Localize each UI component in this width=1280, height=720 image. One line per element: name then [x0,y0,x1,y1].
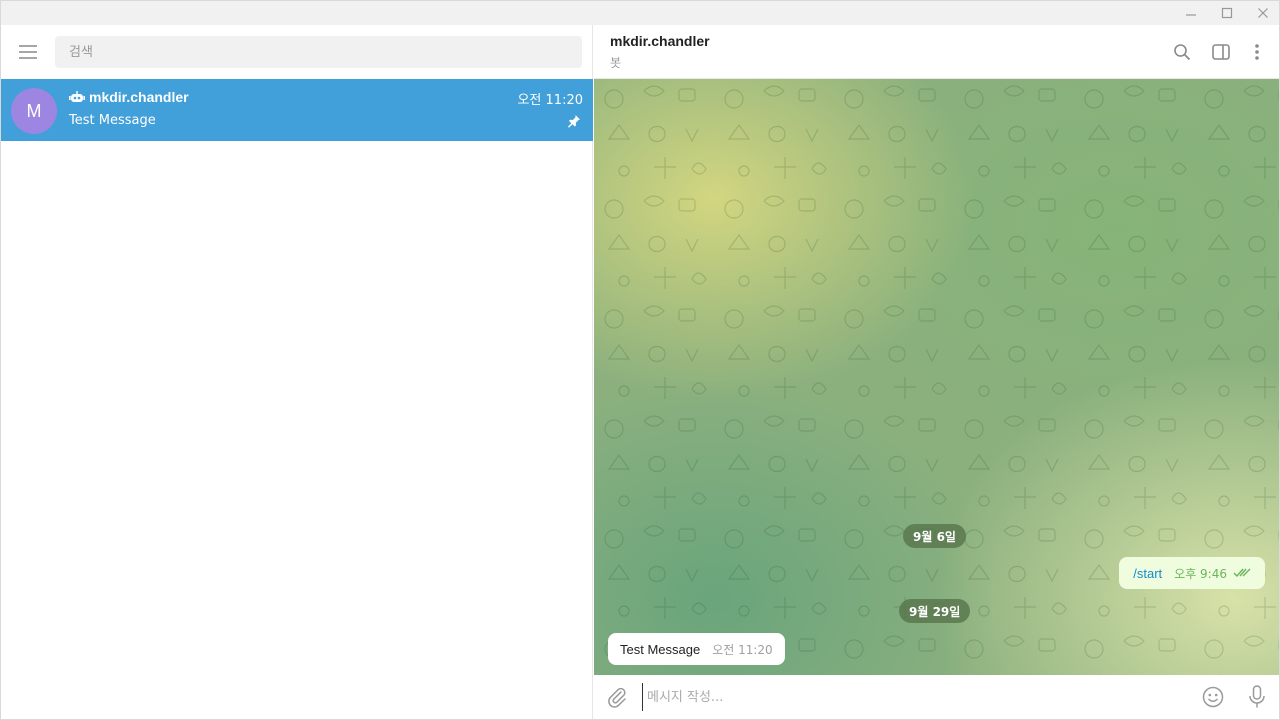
outgoing-message[interactable]: /start 오후 9:46 [1119,557,1265,589]
sidebar-panel-icon [1212,44,1230,60]
chat-preview: Test Message [69,113,156,128]
conversation-header: mkdir.chandler 봇 [594,25,1279,79]
message-time: 오후 9:46 [1174,566,1227,581]
pin-icon [568,115,580,128]
message-time: 오전 11:20 [712,642,773,657]
search-button[interactable] [1169,39,1195,65]
app-window: M mkdir.chandler 오전 11:20 Test Message m… [0,0,1280,720]
paperclip-icon [608,687,626,708]
conversation-pane: mkdir.chandler 봇 9월 6일 /start 오후 9:46 9월… [594,25,1279,719]
message-text: Test Message [620,641,701,657]
search-input[interactable] [55,36,582,68]
chat-list-header [1,25,593,79]
emoji-button[interactable] [1200,684,1226,710]
avatar: M [11,88,57,134]
microphone-icon [1249,685,1265,708]
maximize-icon [1221,7,1233,19]
peer-status: 봇 [610,56,622,70]
more-vertical-icon [1255,44,1259,60]
menu-button[interactable] [13,37,43,67]
date-separator: 9월 29일 [899,599,971,623]
more-menu-button[interactable] [1244,39,1270,65]
hamburger-icon [19,45,37,59]
minimize-icon [1186,14,1196,16]
chat-name: mkdir.chandler [89,89,189,105]
incoming-message[interactable]: Test Message 오전 11:20 [608,633,785,665]
attach-button[interactable] [604,684,630,710]
close-icon [1258,8,1268,18]
chat-list-pane: M mkdir.chandler 오전 11:20 Test Message [1,25,593,719]
search-box [55,36,582,68]
date-separator: 9월 6일 [903,524,966,548]
search-icon [1174,44,1191,61]
message-composer [594,675,1279,719]
maximize-button[interactable] [1209,1,1245,25]
peer-name[interactable]: mkdir.chandler [610,33,710,49]
sidebar-toggle-button[interactable] [1208,39,1234,65]
chat-background: 9월 6일 /start 오후 9:46 9월 29일 Test Message… [594,79,1279,675]
message-input[interactable] [642,683,1182,711]
bot-icon [69,91,85,102]
title-bar [1,1,1279,25]
smiley-icon [1202,686,1224,708]
voice-button[interactable] [1244,684,1270,710]
close-button[interactable] [1245,1,1280,25]
chat-time: 오전 11:20 [517,93,583,108]
chat-list-item[interactable]: M mkdir.chandler 오전 11:20 Test Message [1,79,593,141]
double-check-icon [1233,568,1251,578]
message-text[interactable]: /start [1133,566,1162,581]
minimize-button[interactable] [1173,1,1209,25]
